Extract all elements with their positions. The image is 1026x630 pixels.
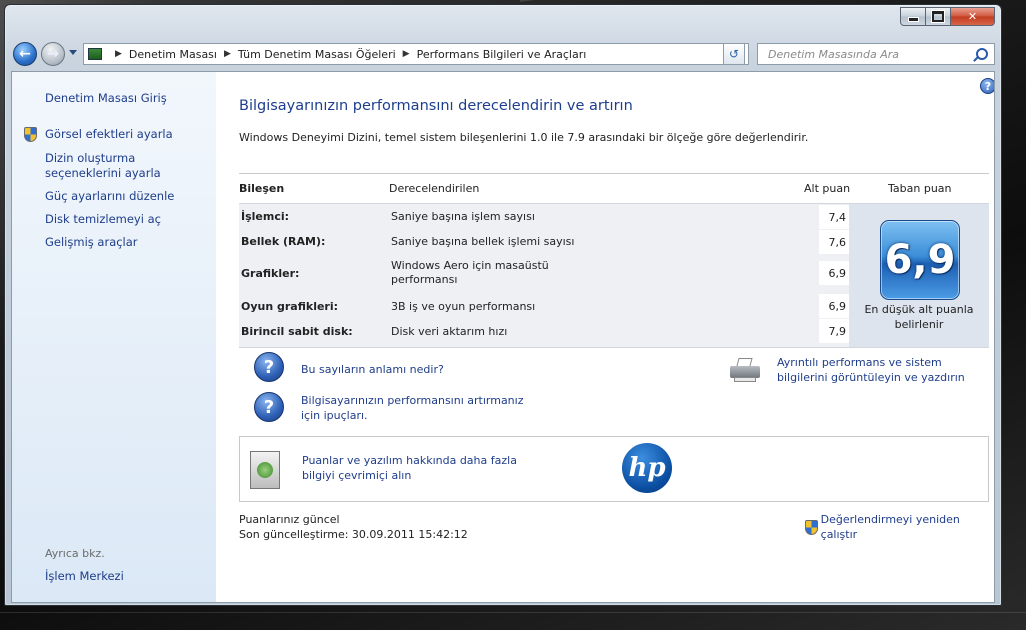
recent-pages-dropdown[interactable] [69,50,77,55]
link-performance-tips[interactable]: Bilgisayarınızın performansını artırmanı… [301,393,531,423]
row-subscore: 6,9 [819,294,849,318]
base-score-caption: En düşük alt puanla belirlenir [864,303,974,331]
software-box-icon [250,451,280,489]
sidebar-control-panel-home[interactable]: Denetim Masası Giriş [45,91,210,106]
row-subscore: 7,4 [819,205,849,229]
printer-icon [730,358,760,382]
header-basescore: Taban puan [888,182,952,195]
divider [239,173,989,174]
breadcrumb-separator-icon[interactable]: ▶ [403,49,410,59]
close-icon: ✕ [967,10,978,23]
sidebar-item-power-settings[interactable]: Güç ayarlarını düzenle [45,189,210,204]
row-rated: Saniye başına bellek işlemi sayısı [391,235,575,248]
row-rated: Saniye başına işlem sayısı [391,210,535,223]
row-component: Birincil sabit disk: [241,325,353,338]
forward-arrow-icon: → [47,46,59,62]
search-icon[interactable] [976,48,988,60]
row-component: Grafikler: [241,267,300,280]
header-component: Bileşen [239,182,285,195]
hp-logo: hp [622,443,672,493]
uac-shield-icon [24,127,37,142]
row-subscore: 7,9 [819,319,849,343]
maximize-button[interactable] [925,7,951,26]
header-rated: Derecelendirilen [389,182,480,195]
status-area: Puanlarınız güncel Son güncelleştirme: 3… [239,512,468,542]
breadcrumb-control-panel[interactable]: Denetim Masası [129,48,217,61]
address-bar[interactable]: ▶ Denetim Masası ▶ Tüm Denetim Masası Öğ… [83,43,749,65]
sidebar-item-visual-effects[interactable]: Görsel efektleri ayarla [45,127,210,142]
page-description: Windows Deneyimi Dizini, temel sistem bi… [239,131,809,144]
online-info-box: Puanlar ve yazılım hakkında daha fazla b… [239,436,989,502]
minimize-icon [907,17,919,22]
row-rated: Disk veri aktarım hızı [391,325,508,338]
task-pane: Denetim Masası Giriş Görsel efektleri ay… [12,72,216,602]
hp-logo-text: hp [628,453,666,483]
close-button[interactable]: ✕ [950,7,995,26]
question-help-icon[interactable]: ? [254,352,284,382]
sidebar-item-action-center[interactable]: İşlem Merkezi [45,569,210,584]
control-panel-icon [88,48,102,60]
refresh-button[interactable]: ↺ [723,43,745,65]
link-what-do-numbers-mean[interactable]: Bu sayıların anlamı nedir? [301,362,444,377]
page-title: Bilgisayarınızın performansını derecelen… [239,98,633,114]
navigation-bar: ← → ▶ Denetim Masası ▶ Tüm Denetim Masas… [11,41,995,69]
link-online-info[interactable]: Puanlar ve yazılım hakkında daha fazla b… [302,453,522,483]
rerun-assessment-link[interactable]: Değerlendirmeyi yeniden çalıştır [821,512,994,542]
sidebar-item-indexing-options[interactable]: Dizin oluşturma seçeneklerini ayarla [45,151,210,181]
content-area: Denetim Masası Giriş Görsel efektleri ay… [11,71,995,603]
sidebar-item-disk-cleanup[interactable]: Disk temizlemeyi aç [45,212,210,227]
help-icon[interactable]: ? [980,78,994,94]
breadcrumb-performance[interactable]: Performans Bilgileri ve Araçları [417,48,587,61]
link-print-details[interactable]: Ayrıntılı performans ve sistem bilgileri… [777,355,992,385]
back-arrow-icon: ← [19,46,31,62]
row-component: İşlemci: [241,210,290,223]
sidebar-item-advanced-tools[interactable]: Gelişmiş araçlar [45,235,210,250]
row-rated: Windows Aero için masaüstü performansı [391,259,549,286]
main-panel: ? Bilgisayarınızın performansını derecel… [216,72,994,602]
last-update-text: Son güncelleştirme: 30.09.2011 15:42:12 [239,528,468,541]
breadcrumb-all-items[interactable]: Tüm Denetim Masası Öğeleri [238,48,396,61]
breadcrumb-separator-icon[interactable]: ▶ [224,49,231,59]
window-controls: ✕ [900,7,995,26]
forward-button[interactable]: → [41,42,65,66]
row-rated: 3B iş ve oyun performansı [391,300,536,313]
base-score-panel: 6,9 En düşük alt puanla belirlenir [849,204,989,347]
maximize-icon [931,10,945,23]
question-help-icon[interactable]: ? [254,392,284,422]
back-button[interactable]: ← [13,42,37,66]
score-rows: İşlemci: Saniye başına işlem sayısı 7,4 … [239,203,989,348]
minimize-button[interactable] [900,7,926,26]
see-also-heading: Ayrıca bkz. [45,547,105,560]
base-score-value: 6,9 [884,237,956,283]
row-component: Oyun grafikleri: [241,300,339,313]
header-subscore: Alt puan [804,182,851,195]
scores-current-text: Puanlarınız güncel [239,513,340,526]
breadcrumb-separator-icon[interactable]: ▶ [115,49,122,59]
desktop-decoration [0,612,1026,613]
row-component: Bellek (RAM): [241,235,326,248]
performance-window: ✕ ← → ▶ Denetim Masası ▶ Tüm Denetim Mas… [4,4,1002,606]
uac-shield-icon [805,519,818,535]
row-subscore: 7,6 [819,230,849,254]
rerun-assessment[interactable]: Değerlendirmeyi yeniden çalıştır [805,512,994,542]
search-box[interactable] [757,43,995,65]
row-subscore: 6,9 [819,261,849,285]
refresh-icon: ↺ [728,47,740,61]
base-score-badge: 6,9 [880,220,960,300]
search-input[interactable] [766,46,970,62]
